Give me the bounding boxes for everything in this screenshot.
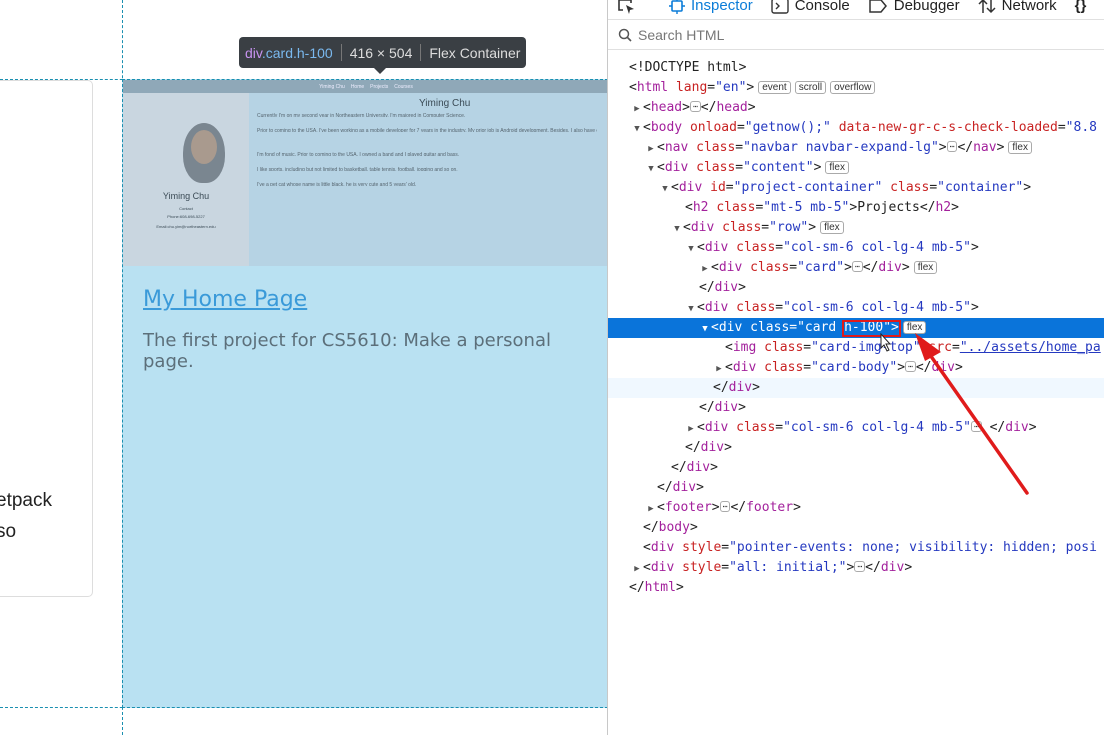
previous-card [0,80,93,597]
tab-inspector[interactable]: Inspector [660,0,762,15]
tree-node-card-1[interactable]: ▶ <div class="card"> ⋯ </div> flex [608,258,1104,278]
expand-arrow-icon[interactable]: ▶ [713,359,725,379]
thumb-email: Email:chu.yim@northeastern.edu [156,224,216,229]
previous-card-text-2: so [0,521,17,542]
thumb-nav-projects: Projects [370,83,389,90]
thumb-bullet-3: I'm fond of music. Prior to coming to th… [257,152,460,156]
style-editor-icon: {} [1074,0,1087,14]
tree-node-h2[interactable]: <h2 class="mt-5 mb-5">Projects</h2> [608,198,1104,218]
tree-node-card-body[interactable]: ▶ <div class="card-body"> ⋯ </div> [608,358,1104,378]
flex-badge[interactable]: flex [902,321,927,334]
card-title-link[interactable]: My Home Page [143,287,307,312]
page-viewport: etpack so Yiming Chu Home Projects Cours… [0,0,607,735]
tree-node-col-2[interactable]: ▼ <div class="col-sm-6 col-lg-4 mb-5"> [608,298,1104,318]
tab-style-editor[interactable]: {} [1066,0,1096,15]
devtools-toolbar: Inspector Console Debugger Network {} [608,0,1104,20]
collapse-arrow-icon[interactable]: ▼ [659,179,671,199]
annotation-highlight-box [842,320,901,337]
thumb-nav-brand: Yiming Chu [319,83,345,90]
tooltip-type: Flex Container [429,44,521,61]
collapse-arrow-icon[interactable]: ▼ [685,299,697,319]
tree-node-row[interactable]: ▼ <div class="row"> flex [608,218,1104,238]
tree-node-nav[interactable]: ▶ <nav class="navbar navbar-expand-lg"> ⋯ <… [608,138,1104,158]
tree-node-card-close[interactable]: </div> [608,378,1104,398]
tree-node-project-container[interactable]: ▼ <div id="project-container" class="cont… [608,178,1104,198]
tooltip-arrow [373,67,387,74]
tree-node-div-hidden[interactable]: <div style="pointer-events: none; visibi… [608,538,1104,558]
element-picker-button[interactable] [608,0,660,15]
expand-arrow-icon[interactable]: ▶ [645,499,657,519]
tree-node-container-close[interactable]: </div> [608,458,1104,478]
search-icon [618,28,632,42]
tree-node-div-initial[interactable]: ▶ <div style="all: initial;"> ⋯ </div> [608,558,1104,578]
network-icon [978,0,996,13]
thumb-phone: Phone:608-698-5227 [167,214,205,219]
event-badge[interactable]: event [758,81,791,94]
expand-arrow-icon[interactable]: ▶ [699,259,711,279]
thumb-nav-courses: Courses [394,83,413,90]
tab-network[interactable]: Network [969,0,1066,15]
tree-node-doctype[interactable]: <!DOCTYPE html> [608,58,1104,78]
tree-node-head[interactable]: ▶ <head> ⋯ </head> [608,98,1104,118]
card-image: Yiming Chu Home Projects Courses Yiming … [123,80,607,266]
search-html-input[interactable] [636,25,1060,44]
collapse-arrow-icon[interactable]: ▼ [645,159,657,179]
thumb-bullet-1: Currently I'm on my second year in North… [257,113,466,117]
thumb-bio-panel [249,93,607,266]
devtools-panel: Inspector Console Debugger Network {} <!… [607,0,1104,735]
tree-node-col-1[interactable]: ▼ <div class="col-sm-6 col-lg-4 mb-5"> [608,238,1104,258]
tree-node-body[interactable]: ▼ <body onload="getnow();" data-new-gr-c-… [608,118,1104,138]
flex-badge[interactable]: flex [825,161,849,174]
thumb-contact: Contact [179,206,193,211]
overflow-badge[interactable]: overflow [830,81,876,94]
thumb-bullet-4: I like sports, including but not limited… [257,167,458,171]
collapse-arrow-icon[interactable]: ▼ [671,219,683,239]
console-icon [771,0,789,14]
previous-card-text-1: etpack [0,490,52,511]
flex-badge[interactable]: flex [913,261,938,274]
tree-node-img[interactable]: <img class="card-img-top" src="../assets… [608,338,1104,358]
collapse-arrow-icon[interactable]: ▼ [685,239,697,259]
thumb-nav-home: Home [350,83,365,90]
tree-node-footer[interactable]: ▶ <footer> ⋯ </footer> [608,498,1104,518]
tooltip-size: 416 × 504 [349,44,413,61]
thumb-bullet-2: Prior to coming to the USA, I've been wo… [257,128,597,132]
scroll-badge[interactable]: scroll [794,81,827,94]
element-picker-icon [618,0,634,14]
tree-node-content-close[interactable]: </div> [608,478,1104,498]
tree-node-col-1-close[interactable]: </div> [608,278,1104,298]
element-highlighter-tooltip: div.card.h-100 416 × 504 Flex Container [239,37,527,68]
thumb-profile-name: Yiming Chu [162,191,210,201]
collapse-arrow-icon[interactable]: ▼ [699,319,711,339]
expand-arrow-icon[interactable]: ▶ [645,139,657,159]
tree-node-html-close[interactable]: </html> [608,578,1104,598]
tree-node-col-2-close[interactable]: </div> [608,398,1104,418]
flex-badge[interactable]: flex [820,221,844,234]
inspector-icon [669,0,685,14]
card-description: The first project for CS5610: Make a per… [143,330,551,372]
expand-arrow-icon[interactable]: ▶ [631,99,643,119]
debugger-icon [869,0,887,13]
thumb-navbar: Yiming Chu Home Projects Courses [123,80,607,93]
tab-debugger[interactable]: Debugger [859,0,969,15]
tree-node-col-3[interactable]: ▶ <div class="col-sm-6 col-lg-4 mb-5" ⋯ </… [608,418,1104,438]
highlighted-card[interactable]: Yiming Chu Home Projects Courses Yiming … [122,79,607,708]
tree-node-row-close[interactable]: </div> [608,438,1104,458]
thumb-bio-title: Yiming Chu [419,98,471,109]
collapse-arrow-icon[interactable]: ▼ [631,119,643,139]
tree-node-html[interactable]: <html lang="en"> event scroll overflow [608,78,1104,98]
tree-node-content[interactable]: ▼ <div class="content"> flex [608,158,1104,178]
flex-badge[interactable]: flex [1008,141,1032,154]
tab-console[interactable]: Console [762,0,859,15]
avatar-face [191,130,217,164]
thumb-profile-panel [123,93,249,266]
search-html-row [608,20,1104,50]
expand-arrow-icon[interactable]: ▶ [685,419,697,439]
tree-node-body-close[interactable]: </body> [608,518,1104,538]
expand-arrow-icon[interactable]: ▶ [631,559,643,579]
thumb-bullet-5: I've a pet cat whose name is little blac… [257,182,417,186]
tooltip-selector: div.card.h-100 [245,44,333,61]
